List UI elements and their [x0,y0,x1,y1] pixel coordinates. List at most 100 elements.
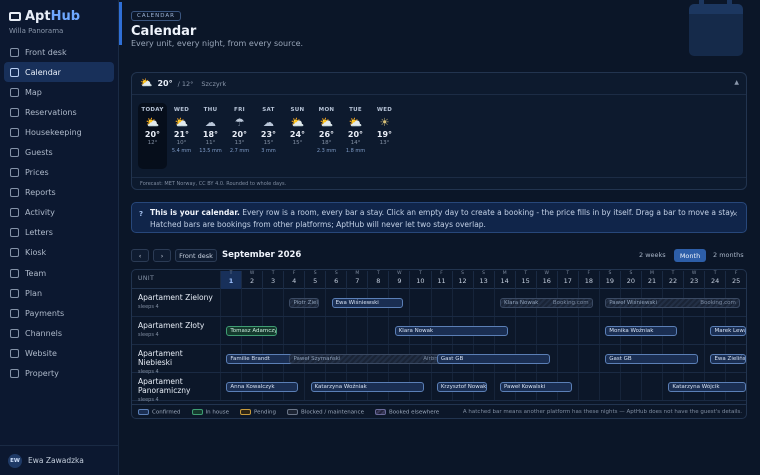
unit-cell[interactable]: Apartament Panoramiczny sleeps 4 [138,377,218,403]
stay-bar[interactable]: Klara Nowak [394,326,509,336]
sidebar-item-prices[interactable]: Prices [4,163,114,183]
sidebar-item-property[interactable]: Property [4,364,114,384]
day-column-header[interactable]: F 11 [430,271,452,289]
stay-bar[interactable]: Paweł Wiśniewski Booking.com [605,298,740,308]
day-cell[interactable] [451,289,473,316]
day-cell[interactable] [346,317,367,344]
day-cell[interactable] [241,289,262,316]
stay-bar[interactable]: Monika Woźniak [605,326,677,336]
day-cell[interactable] [577,345,599,372]
day-cell[interactable] [367,317,388,344]
unit-cell[interactable]: Apartament Niebieski sleeps 4 [138,349,218,375]
stay-bar[interactable]: Piotr Zieliński [289,298,319,308]
day-column-header[interactable]: W9 [388,271,409,289]
sidebar-item-reservations[interactable]: Reservations [4,102,114,122]
day-cell[interactable] [262,289,283,316]
day-cell[interactable] [514,317,536,344]
day-column-header[interactable]: M 14 [493,271,515,289]
day-cell[interactable] [577,373,599,400]
day-cell[interactable] [220,289,241,316]
next-month-button[interactable]: › [153,249,171,262]
stay-bar[interactable]: Marek Lewandowski [710,326,746,336]
stay-bar[interactable]: Ewa Zielińska [710,354,746,364]
day-column-header[interactable]: T 17 [556,271,578,289]
day-cell[interactable] [535,317,557,344]
collapse-icon[interactable]: ▲ [734,79,739,86]
sidebar-item-reports[interactable]: Reports [4,183,114,203]
view-month-button[interactable]: Month [674,249,706,262]
stay-bar[interactable]: Katarzyna Wójcik [668,382,746,392]
sidebar-item-payments[interactable]: Payments [4,303,114,323]
day-column-header[interactable]: S 20 [619,271,641,289]
day-column-header[interactable]: T 24 [704,271,725,289]
day-column-header[interactable]: T 15 [514,271,536,289]
stay-bar[interactable]: Krzysztof Nowak [436,382,488,392]
stay-bar[interactable]: Gast GB [605,354,698,364]
sidebar-item-housekeeping[interactable]: Housekeeping [4,122,114,142]
sidebar-item-map[interactable]: Map [4,82,114,102]
day-column-header[interactable]: W2 [241,271,262,289]
stay-bar[interactable]: Tomasz Adamczyk [226,326,277,336]
prev-month-button[interactable]: ‹ [131,249,149,262]
sun-cloud-icon: ⛅ [319,116,334,129]
day-column-header[interactable]: T3 [262,271,283,289]
day-cell[interactable] [472,289,494,316]
day-cell[interactable] [325,317,346,344]
day-cell[interactable] [577,317,599,344]
unit-cell[interactable]: Apartament Złoty sleeps 4 [138,321,218,338]
stay-bar[interactable]: Katarzyna Woźniak [310,382,425,392]
brand-logo[interactable]: AptHub [9,9,80,24]
sidebar-item-website[interactable]: Website [4,343,114,363]
day-column-header[interactable]: S 19 [598,271,620,289]
view-2-weeks-button[interactable]: 2 weeks [639,251,666,259]
stay-bar[interactable]: Gast GB [436,354,551,364]
sidebar-item-plan[interactable]: Plan [4,283,114,303]
sidebar-item-activity[interactable]: Activity [4,203,114,223]
day-column-header[interactable]: T 22 [662,271,683,289]
sidebar-item-kiosk[interactable]: Kiosk [4,243,114,263]
view-2-months-button[interactable]: 2 months [713,251,744,259]
front-desk-button[interactable]: Front desk [175,249,217,262]
sidebar-item-label: Payments [25,308,65,318]
stay-bar[interactable]: Ewa Wiśniewski [331,298,404,308]
close-icon[interactable]: × [732,208,738,220]
day-column-header[interactable]: F4 [283,271,304,289]
day-column-header[interactable]: S 12 [451,271,473,289]
day-column-header[interactable]: W 23 [683,271,704,289]
day-column-header[interactable]: T 10 [409,271,430,289]
day-column-header[interactable]: T1 [220,271,241,289]
stay-bar[interactable]: Klara Nowak Booking.com [499,298,593,308]
stay-bar[interactable]: Paweł Kowalski [499,382,572,392]
day-cell[interactable] [683,317,704,344]
sidebar-item-channels[interactable]: Channels [4,323,114,343]
unit-cell[interactable]: Apartament Zielony sleeps 4 [138,293,218,310]
sidebar-item-front-desk[interactable]: Front desk [4,42,114,62]
day-column-header[interactable]: S5 [304,271,325,289]
day-column-header[interactable]: M 21 [641,271,662,289]
day-cell[interactable] [619,373,641,400]
day-column-header[interactable]: S 13 [472,271,494,289]
stay-bar[interactable]: Paweł Szymański Airbnb [289,354,446,364]
user-menu[interactable]: EW Ewa Zawadzka [0,445,119,475]
day-cell[interactable] [430,289,452,316]
weather-summary[interactable]: ⛅ 20° / 12° Szczyrk [132,73,746,95]
day-column-header[interactable]: W 16 [535,271,557,289]
day-cell[interactable] [641,373,662,400]
day-cell[interactable] [556,317,578,344]
sidebar-item-team[interactable]: Team [4,263,114,283]
sidebar-item-letters[interactable]: Letters [4,223,114,243]
day-column-header[interactable]: S6 [325,271,346,289]
stay-bar[interactable]: Familie Brandt [226,354,298,364]
day-column-header[interactable]: M7 [346,271,367,289]
day-cell[interactable] [304,317,325,344]
day-cell[interactable] [409,289,430,316]
day-cell[interactable] [283,317,304,344]
day-column-header[interactable]: F 18 [577,271,599,289]
day-column-header[interactable]: T8 [367,271,388,289]
sidebar-item-guests[interactable]: Guests [4,142,114,162]
stay-bar[interactable]: Anna Kowalczyk [226,382,298,392]
day-column-header[interactable]: F 25 [725,271,746,289]
day-cell[interactable] [598,373,620,400]
day-cell[interactable] [556,345,578,372]
sidebar-item-calendar[interactable]: Calendar [4,62,114,83]
